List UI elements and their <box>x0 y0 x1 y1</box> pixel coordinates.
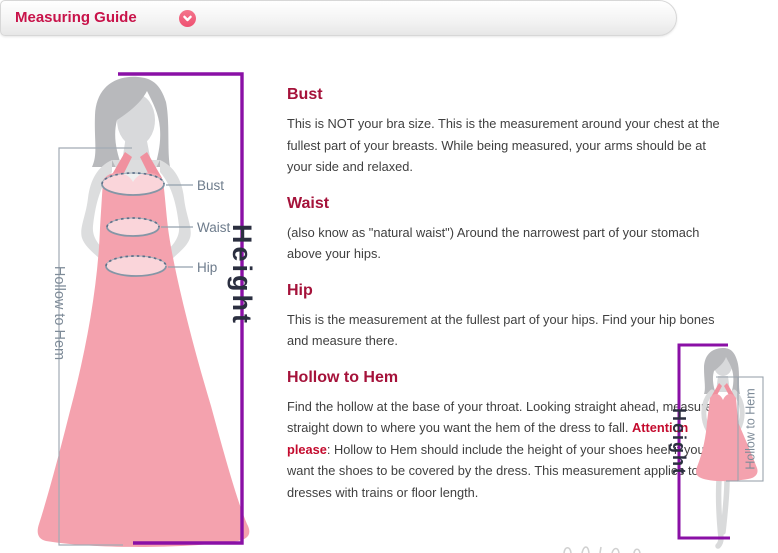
section-hollow-to-hem: Hollow to Hem Find the hollow at the bas… <box>287 369 723 504</box>
section-body-hip: This is the measurement at the fullest p… <box>287 309 723 352</box>
waist-label: Waist <box>197 220 230 235</box>
measuring-figure-large: Bust Waist Hip Hollow to Hem Height <box>0 56 270 553</box>
cropped-next-section-text <box>560 543 680 553</box>
small-figure-right-leg <box>723 480 727 532</box>
bust-label: Bust <box>197 178 224 193</box>
section-hip: Hip This is the measurement at the fulle… <box>287 282 723 352</box>
hollow-to-hem-label: Hollow to Hem <box>51 266 67 360</box>
section-heading-waist: Waist <box>287 195 723 213</box>
hollow-body-part2: : Hollow to Hem should include the heigh… <box>287 442 705 500</box>
small-hollow-to-hem-label: Hollow to Hem <box>744 388 758 469</box>
section-heading-hollow-to-hem: Hollow to Hem <box>287 369 723 387</box>
page-title: Measuring Guide <box>15 1 137 35</box>
hip-label: Hip <box>197 260 217 275</box>
measuring-guide-header[interactable]: Measuring Guide <box>0 0 677 36</box>
section-bust: Bust This is NOT your bra size. This is … <box>287 86 723 178</box>
section-heading-hip: Hip <box>287 282 723 300</box>
waist-measure-ellipse <box>107 218 159 236</box>
bust-measure-ellipse <box>102 173 164 195</box>
section-heading-bust: Bust <box>287 86 723 104</box>
small-height-label: Height <box>669 408 689 476</box>
height-label: Height <box>227 224 257 326</box>
chevron-down-icon[interactable] <box>179 10 196 27</box>
hip-measure-ellipse <box>106 256 166 276</box>
small-figure-left-leg <box>718 480 721 546</box>
section-body-waist: (also know as "natural waist") Around th… <box>287 222 723 265</box>
section-waist: Waist (also know as "natural waist") Aro… <box>287 195 723 265</box>
measuring-figure-small: Height Hollow to Hem <box>660 336 778 552</box>
measuring-instructions: Bust This is NOT your bra size. This is … <box>287 86 723 503</box>
measuring-guide-page: Measuring Guide <box>0 0 778 553</box>
section-body-hollow-to-hem: Find the hollow at the base of your thro… <box>287 396 723 504</box>
section-body-bust: This is NOT your bra size. This is the m… <box>287 113 723 178</box>
